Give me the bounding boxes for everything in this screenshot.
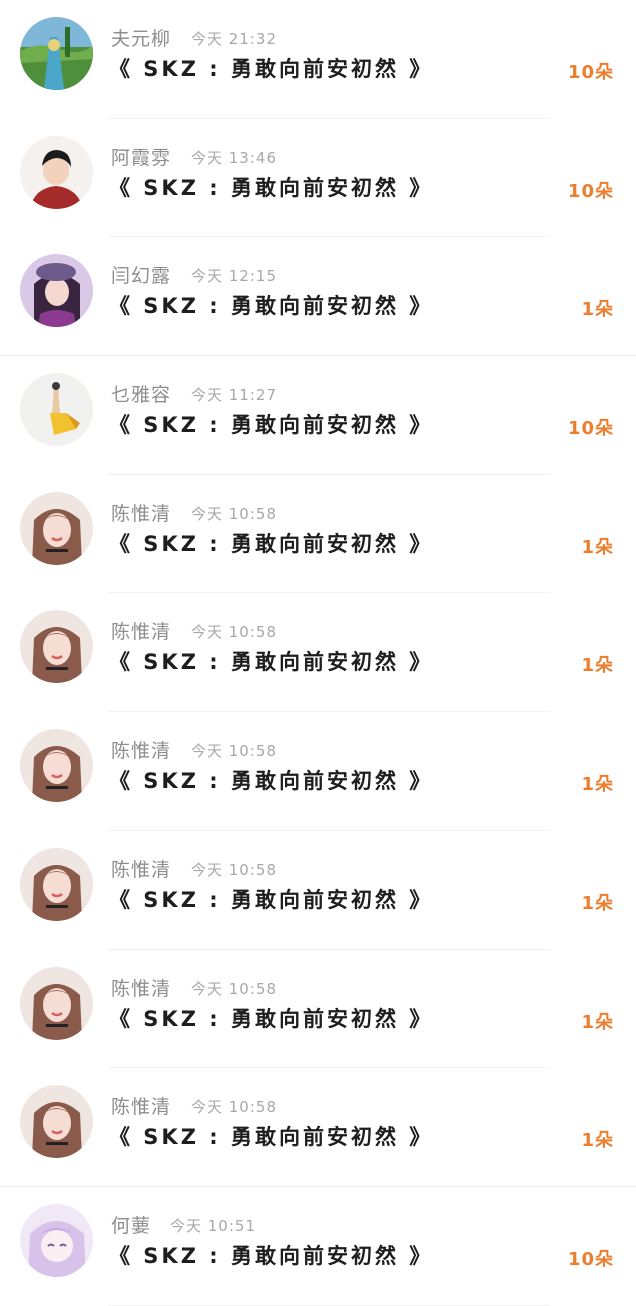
yellow-figure-avatar-icon	[20, 373, 93, 447]
flower-count: 1朵	[581, 774, 614, 796]
girl-braids-avatar-icon	[20, 847, 93, 921]
song-title[interactable]: 《 SKZ : 勇敢向前安初然 》	[109, 646, 433, 676]
gift-time: 今天 10:58	[191, 860, 277, 879]
sender-name[interactable]: 陈惟清	[111, 499, 171, 526]
sender-name[interactable]: 陈惟清	[111, 736, 171, 763]
avatar[interactable]	[20, 491, 93, 565]
gift-row[interactable]: 陈惟清 今天 10:58 《 SKZ : 勇敢向前安初然 》 1朵	[0, 831, 636, 950]
gift-row[interactable]: 闫幻露 今天 12:15 《 SKZ : 勇敢向前安初然 》 1朵	[0, 237, 636, 356]
gift-row[interactable]: 何葽 今天 10:51 《 SKZ : 勇敢向前安初然 》 10朵	[0, 1187, 636, 1306]
gift-row[interactable]: 陈惟清 今天 10:58 《 SKZ : 勇敢向前安初然 》 1朵	[0, 712, 636, 831]
girl-braids-avatar-icon	[20, 610, 93, 684]
flower-count: 1朵	[581, 536, 614, 558]
avatar[interactable]	[20, 847, 93, 921]
avatar[interactable]	[20, 254, 93, 328]
song-title[interactable]: 《 SKZ : 勇敢向前安初然 》	[109, 409, 433, 439]
sender-name[interactable]: 陈惟清	[111, 974, 171, 1001]
song-title[interactable]: 《 SKZ : 勇敢向前安初然 》	[109, 290, 433, 320]
gift-row[interactable]: 陈惟清 今天 10:58 《 SKZ : 勇敢向前安初然 》 1朵	[0, 475, 636, 594]
sender-name[interactable]: 夫元柳	[111, 24, 171, 51]
sender-name[interactable]: 陈惟清	[111, 855, 171, 882]
landscape-avatar-icon	[20, 17, 93, 90]
girl-braids-avatar-icon	[20, 966, 93, 1040]
gift-time: 今天 12:15	[191, 267, 277, 286]
avatar[interactable]	[20, 135, 93, 209]
gift-time: 今天 10:51	[170, 1216, 256, 1235]
gift-time: 今天 10:58	[191, 504, 277, 523]
song-title[interactable]: 《 SKZ : 勇敢向前安初然 》	[109, 1240, 433, 1270]
gift-row[interactable]: 夫元柳 今天 21:32 《 SKZ : 勇敢向前安初然 》 10朵	[0, 0, 636, 119]
avatar[interactable]	[20, 966, 93, 1040]
flower-count: 1朵	[581, 1011, 614, 1033]
avatar[interactable]	[20, 610, 93, 684]
song-title[interactable]: 《 SKZ : 勇敢向前安初然 》	[109, 528, 433, 558]
girl-braids-avatar-icon	[20, 1085, 93, 1159]
gift-row[interactable]: 陈惟清 今天 10:58 《 SKZ : 勇敢向前安初然 》 1朵	[0, 1068, 636, 1187]
avatar[interactable]	[20, 17, 93, 90]
song-title[interactable]: 《 SKZ : 勇敢向前安初然 》	[109, 172, 433, 202]
gift-row[interactable]: 阿霞雰 今天 13:46 《 SKZ : 勇敢向前安初然 》 10朵	[0, 119, 636, 238]
avatar[interactable]	[20, 1085, 93, 1159]
anime-girl-avatar-icon	[20, 1203, 93, 1277]
gift-time: 今天 10:58	[191, 623, 277, 642]
sender-name[interactable]: 阿霞雰	[111, 143, 171, 170]
flower-count: 10朵	[567, 62, 614, 83]
flower-count: 10朵	[567, 1248, 614, 1270]
gift-record-list: 夫元柳 今天 21:32 《 SKZ : 勇敢向前安初然 》 10朵 阿霞雰 今…	[0, 0, 636, 1306]
gift-time: 今天 10:58	[191, 979, 277, 998]
song-title[interactable]: 《 SKZ : 勇敢向前安初然 》	[109, 884, 433, 914]
gift-row[interactable]: 陈惟清 今天 10:58 《 SKZ : 勇敢向前安初然 》 1朵	[0, 593, 636, 712]
gift-time: 今天 21:32	[191, 30, 277, 48]
girl-braids-avatar-icon	[20, 729, 93, 803]
gift-row[interactable]: 陈惟清 今天 10:58 《 SKZ : 勇敢向前安初然 》 1朵	[0, 950, 636, 1069]
flower-count: 10朵	[567, 180, 614, 202]
flower-count: 10朵	[567, 418, 614, 440]
boy-red-shirt-avatar-icon	[20, 135, 93, 209]
gift-row[interactable]: 乜雅容 今天 11:27 《 SKZ : 勇敢向前安初然 》 10朵	[0, 356, 636, 475]
girl-beret-avatar-icon	[20, 254, 93, 328]
song-title[interactable]: 《 SKZ : 勇敢向前安初然 》	[109, 1003, 433, 1033]
song-title[interactable]: 《 SKZ : 勇敢向前安初然 》	[109, 1121, 433, 1151]
flower-count: 1朵	[581, 655, 614, 677]
flower-count: 1朵	[581, 1130, 614, 1152]
gift-time: 今天 11:27	[191, 386, 277, 405]
flower-count: 1朵	[581, 892, 614, 914]
avatar[interactable]	[20, 1203, 93, 1277]
sender-name[interactable]: 何葽	[111, 1211, 151, 1238]
song-title[interactable]: 《 SKZ : 勇敢向前安初然 》	[109, 53, 433, 83]
sender-name[interactable]: 闫幻露	[111, 261, 171, 288]
avatar[interactable]	[20, 373, 93, 447]
song-title[interactable]: 《 SKZ : 勇敢向前安初然 》	[109, 765, 433, 795]
gift-time: 今天 10:58	[191, 1098, 277, 1117]
avatar[interactable]	[20, 729, 93, 803]
girl-braids-avatar-icon	[20, 491, 93, 565]
sender-name[interactable]: 陈惟清	[111, 617, 171, 644]
flower-count: 1朵	[581, 299, 614, 321]
sender-name[interactable]: 陈惟清	[111, 1092, 171, 1119]
sender-name[interactable]: 乜雅容	[111, 380, 171, 407]
gift-time: 今天 10:58	[191, 742, 277, 761]
gift-time: 今天 13:46	[191, 148, 277, 167]
